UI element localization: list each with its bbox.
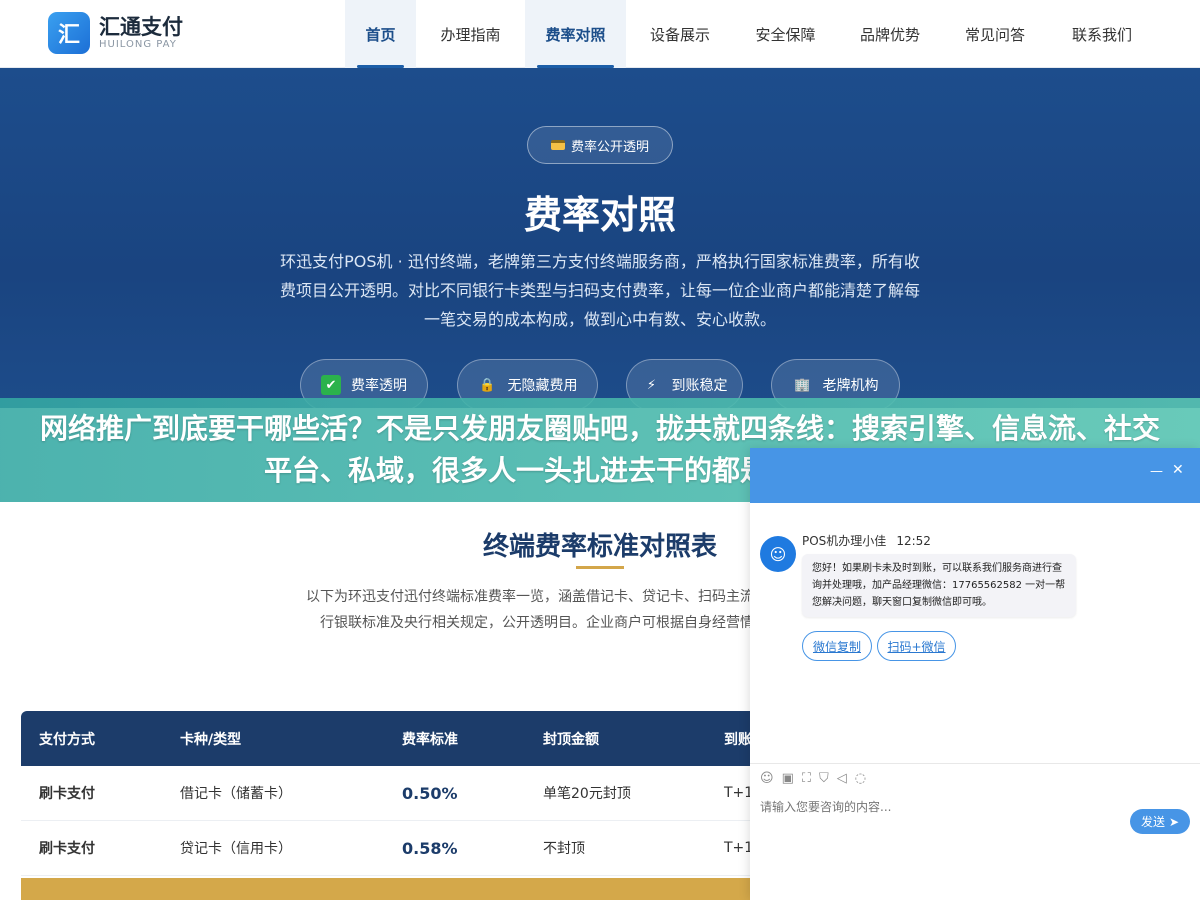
brand-subtitle: HUILONG PAY xyxy=(99,39,177,50)
header-cell: 封顶金额 xyxy=(543,731,599,748)
chat-message: 您好！如果刷卡未及时到账，可以联系我们服务商进行查询并处理哦，加产品经理微信：1… xyxy=(802,554,1076,617)
send-label: 发送 xyxy=(1140,815,1165,829)
table-cell: 单笔20元封顶 xyxy=(543,786,631,802)
building-icon: 🏢 xyxy=(794,377,811,393)
hero-description: 环迅支付POS机 · 迅付终端，老牌第三方支付终端服务商，严格执行国家标准费率，… xyxy=(279,252,920,329)
card-icon xyxy=(550,140,565,150)
agent-name-line: POS机办理小佳 12:52 xyxy=(802,532,931,549)
main-nav: 首页 办理指南 费率对照 设备展示 安全保障 品牌优势 常见问答 联系我们 xyxy=(345,0,1157,68)
shield-icon[interactable]: ⛉ xyxy=(819,771,829,786)
send-button[interactable]: 发送 ➤ xyxy=(1130,809,1190,834)
lightning-icon: ⚡ xyxy=(646,377,657,393)
hero-badge: 费率公开透明 xyxy=(527,126,673,164)
nav-rates[interactable]: 费率对照 xyxy=(525,0,626,68)
chat-divider xyxy=(750,763,1200,764)
minimize-icon[interactable]: — xyxy=(1150,464,1164,479)
section-divider xyxy=(576,566,624,569)
screenshot-icon[interactable]: ⛶ xyxy=(802,771,811,786)
lock-icon: 🔒 xyxy=(479,377,496,393)
sound-icon[interactable]: ◁ xyxy=(837,771,847,786)
table-cell: 刷卡支付 xyxy=(39,786,95,802)
chat-bubble-icon[interactable]: ◌ xyxy=(855,771,866,786)
table-cell: T+1 xyxy=(724,840,754,856)
table-cell: T+1 xyxy=(724,785,754,801)
agent-avatar: ☺ xyxy=(760,536,796,572)
copy-wechat-button[interactable]: 微信复制 xyxy=(802,631,872,661)
nav-faq[interactable]: 常见问答 xyxy=(943,0,1047,68)
close-icon[interactable]: ✕ xyxy=(1172,462,1186,478)
hero-title: 费率对照 xyxy=(523,193,676,237)
brand-logo[interactable]: 汇 汇通支付 HUILONG PAY xyxy=(48,12,183,54)
nav-brand[interactable]: 品牌优势 xyxy=(837,0,943,68)
pill-label: 老牌机构 xyxy=(822,378,879,394)
nav-devices[interactable]: 设备展示 xyxy=(626,0,734,68)
image-icon[interactable]: ▣ xyxy=(782,771,794,786)
message-time: 12:52 xyxy=(896,534,931,548)
table-cell-rate: 0.50% xyxy=(402,783,458,803)
send-arrow-icon: ➤ xyxy=(1168,814,1180,829)
emoji-icon[interactable]: ☺ xyxy=(760,771,774,786)
table-cell: 借记卡（储蓄卡） xyxy=(180,786,292,802)
top-header: 汇 汇通支付 HUILONG PAY 首页 办理指南 费率对照 设备展示 安全保… xyxy=(0,0,1200,68)
pill-label: 无隐藏费用 xyxy=(507,378,578,394)
logo-mark-icon: 汇 xyxy=(48,12,90,54)
table-cell: 贷记卡（信用卡） xyxy=(180,841,292,857)
hero-badge-label: 费率公开透明 xyxy=(570,139,649,155)
chat-input[interactable] xyxy=(760,800,1090,814)
nav-guide[interactable]: 办理指南 xyxy=(416,0,525,68)
agent-name: POS机办理小佳 xyxy=(802,534,887,548)
table-cell: 刷卡支付 xyxy=(39,841,95,857)
header-cell: 支付方式 xyxy=(39,731,95,748)
nav-contact[interactable]: 联系我们 xyxy=(1047,0,1157,68)
chat-toolbar: ☺ ▣ ⛶ ⛉ ◁ ◌ xyxy=(760,771,866,786)
table-cell: 不封顶 xyxy=(543,841,585,857)
nav-security[interactable]: 安全保障 xyxy=(734,0,837,68)
brand-name: 汇通支付 xyxy=(99,15,183,39)
table-cell-rate: 0.58% xyxy=(402,838,458,858)
pill-label: 费率透明 xyxy=(351,378,407,394)
chat-widget: — ✕ ☺ POS机办理小佳 12:52 您好！如果刷卡未及时到账，可以联系我们服… xyxy=(750,448,1200,900)
nav-home[interactable]: 首页 xyxy=(345,0,416,68)
header-cell: 到账 xyxy=(724,731,752,748)
header-cell: 卡种/类型 xyxy=(180,731,242,748)
scan-wechat-button[interactable]: 扫码+微信 xyxy=(877,631,956,661)
header-cell: 费率标准 xyxy=(402,731,458,748)
check-icon: ✔ xyxy=(321,375,341,395)
chat-header: — ✕ xyxy=(750,448,1200,503)
pill-label: 到账稳定 xyxy=(671,378,728,394)
